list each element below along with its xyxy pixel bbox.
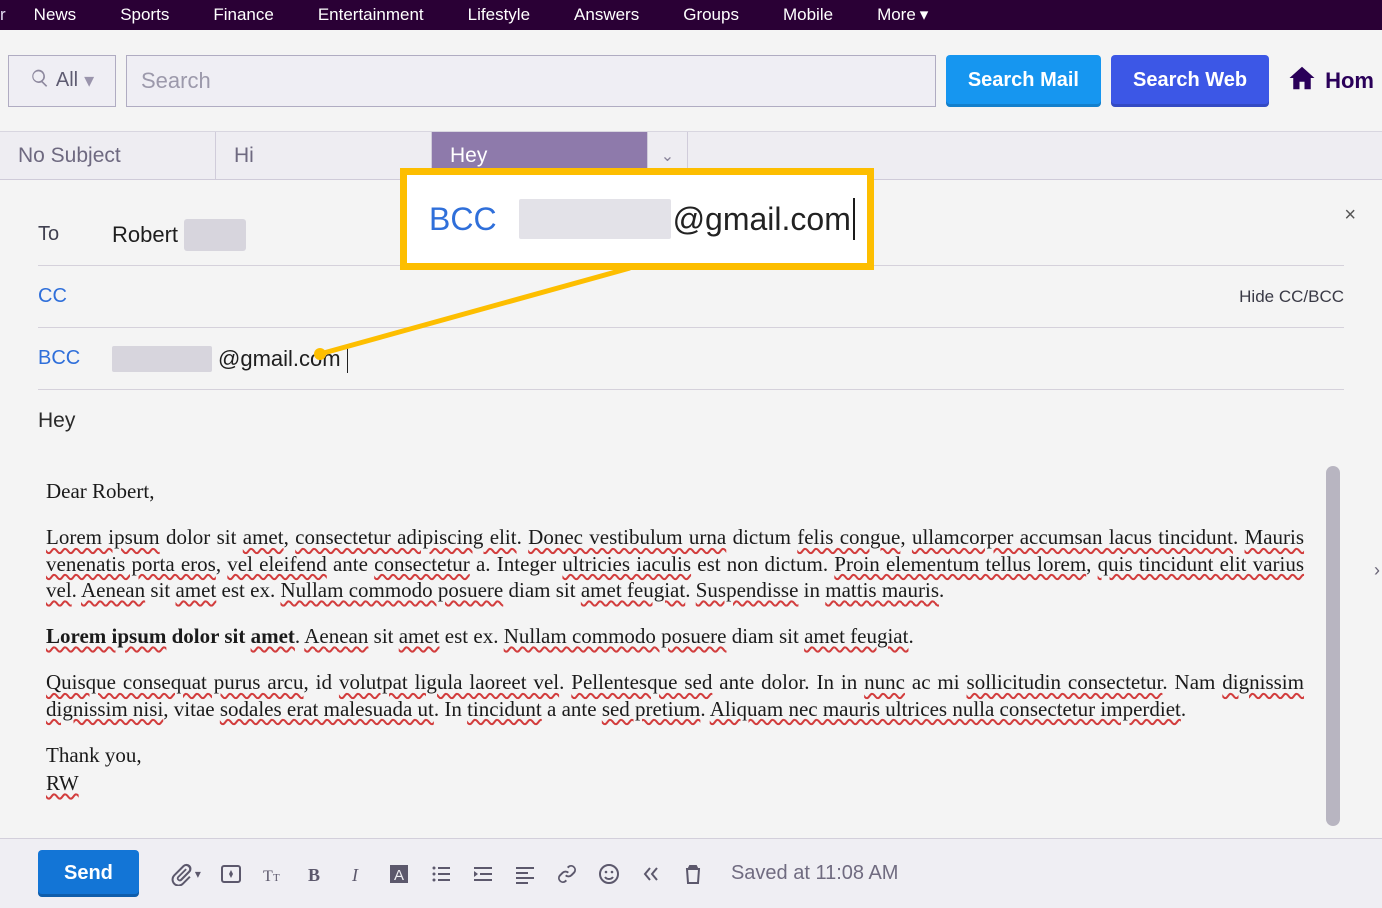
callout-bcc-label: BCC — [429, 201, 497, 238]
bcc-row: BCC @gmail.com — [38, 328, 1344, 390]
nav-lead-letter: r — [0, 5, 12, 25]
body-greeting: Dear Robert, — [46, 478, 1304, 504]
nav-item-mobile[interactable]: Mobile — [761, 5, 855, 25]
body-para-2: Lorem ipsum dolor sit amet. Aenean sit a… — [46, 623, 1304, 649]
svg-text:A: A — [394, 867, 404, 884]
gif-icon[interactable] — [219, 862, 243, 886]
search-scope-dropdown[interactable]: All ▾ — [8, 55, 116, 107]
indent-icon[interactable] — [471, 862, 495, 886]
tab-no-subject[interactable]: No Subject — [0, 132, 216, 179]
send-button[interactable]: Send — [38, 850, 139, 897]
svg-text:I: I — [351, 865, 359, 885]
search-row: All ▾ Search Mail Search Web Hom — [0, 30, 1382, 132]
bcc-field[interactable]: @gmail.com — [112, 345, 348, 373]
nav-item-more[interactable]: More▾ — [855, 5, 950, 25]
subject-row — [38, 390, 1344, 452]
svg-text:B: B — [308, 865, 320, 885]
panel-expand-caret[interactable]: › — [1374, 560, 1380, 581]
trash-icon[interactable] — [681, 862, 705, 886]
bcc-domain: @gmail.com — [218, 346, 341, 372]
to-value-text: Robert — [112, 222, 178, 248]
compose-toolbar: Send ▾ TT B I A Saved at 11:08 AM — [0, 838, 1382, 908]
bullet-list-icon[interactable] — [429, 862, 453, 886]
cc-row: CC Hide CC/BCC — [38, 266, 1344, 328]
link-icon[interactable] — [555, 862, 579, 886]
body-signature: RW — [46, 770, 1304, 796]
callout-bcc-value: @gmail.com — [519, 198, 855, 240]
nav-item-news[interactable]: News — [12, 5, 99, 25]
search-input[interactable] — [141, 68, 921, 94]
search-scope-label: All — [56, 69, 78, 92]
chevron-down-icon: ▾ — [920, 5, 929, 25]
nav-item-sports[interactable]: Sports — [98, 5, 191, 25]
global-nav: r News Sports Finance Entertainment Life… — [0, 0, 1382, 30]
callout-cursor — [853, 198, 855, 240]
collapse-icon[interactable] — [639, 862, 663, 886]
nav-item-finance[interactable]: Finance — [191, 5, 295, 25]
to-label: To — [38, 223, 112, 246]
text-cursor — [347, 345, 348, 373]
home-icon — [1287, 63, 1317, 99]
font-color-icon[interactable]: A — [387, 862, 411, 886]
emoji-icon[interactable] — [597, 862, 621, 886]
compose-panel: × To Robert CC Hide CC/BCC BCC @gmail.co… — [0, 180, 1382, 863]
annotation-callout: BCC @gmail.com — [400, 168, 874, 270]
callout-redacted — [519, 199, 671, 239]
hide-cc-bcc-link[interactable]: Hide CC/BCC — [1239, 287, 1344, 307]
svg-text:T: T — [263, 868, 273, 885]
redacted-email-user — [112, 346, 212, 372]
chevron-down-icon: ⌄ — [661, 146, 674, 166]
font-size-icon[interactable]: TT — [261, 862, 285, 886]
attach-icon[interactable]: ▾ — [169, 862, 201, 886]
search-box[interactable] — [126, 55, 936, 107]
home-link[interactable]: Hom — [1287, 63, 1374, 99]
message-body[interactable]: Dear Robert, Lorem ipsum dolor sit amet,… — [38, 458, 1344, 826]
message-body-wrap: Dear Robert, Lorem ipsum dolor sit amet,… — [38, 458, 1344, 863]
cc-label[interactable]: CC — [38, 285, 112, 308]
search-icon — [30, 68, 50, 94]
body-para-3: Quisque consequat purus arcu, id volutpa… — [46, 669, 1304, 722]
search-web-button[interactable]: Search Web — [1111, 55, 1269, 107]
nav-item-answers[interactable]: Answers — [552, 5, 661, 25]
chevron-down-icon: ▾ — [84, 68, 94, 93]
bcc-label[interactable]: BCC — [38, 347, 112, 370]
svg-text:T: T — [273, 872, 280, 884]
nav-item-entertainment[interactable]: Entertainment — [296, 5, 446, 25]
italic-icon[interactable]: I — [345, 862, 369, 886]
nav-item-lifestyle[interactable]: Lifestyle — [446, 5, 552, 25]
to-field[interactable]: Robert — [112, 219, 246, 251]
home-label: Hom — [1325, 68, 1374, 94]
search-mail-button[interactable]: Search Mail — [946, 55, 1101, 107]
align-icon[interactable] — [513, 862, 537, 886]
bold-icon[interactable]: B — [303, 862, 327, 886]
body-scrollbar[interactable] — [1326, 466, 1340, 836]
redacted-name — [184, 219, 246, 251]
toolbar-icons: ▾ TT B I A — [169, 862, 705, 886]
nav-item-groups[interactable]: Groups — [661, 5, 761, 25]
close-compose-button[interactable]: × — [1344, 204, 1356, 227]
autosave-status: Saved at 11:08 AM — [731, 862, 899, 885]
body-para-1: Lorem ipsum dolor sit amet, consectetur … — [46, 524, 1304, 603]
subject-input[interactable] — [38, 409, 1344, 433]
body-thanks: Thank you, — [46, 742, 1304, 768]
scroll-thumb[interactable] — [1326, 466, 1340, 826]
